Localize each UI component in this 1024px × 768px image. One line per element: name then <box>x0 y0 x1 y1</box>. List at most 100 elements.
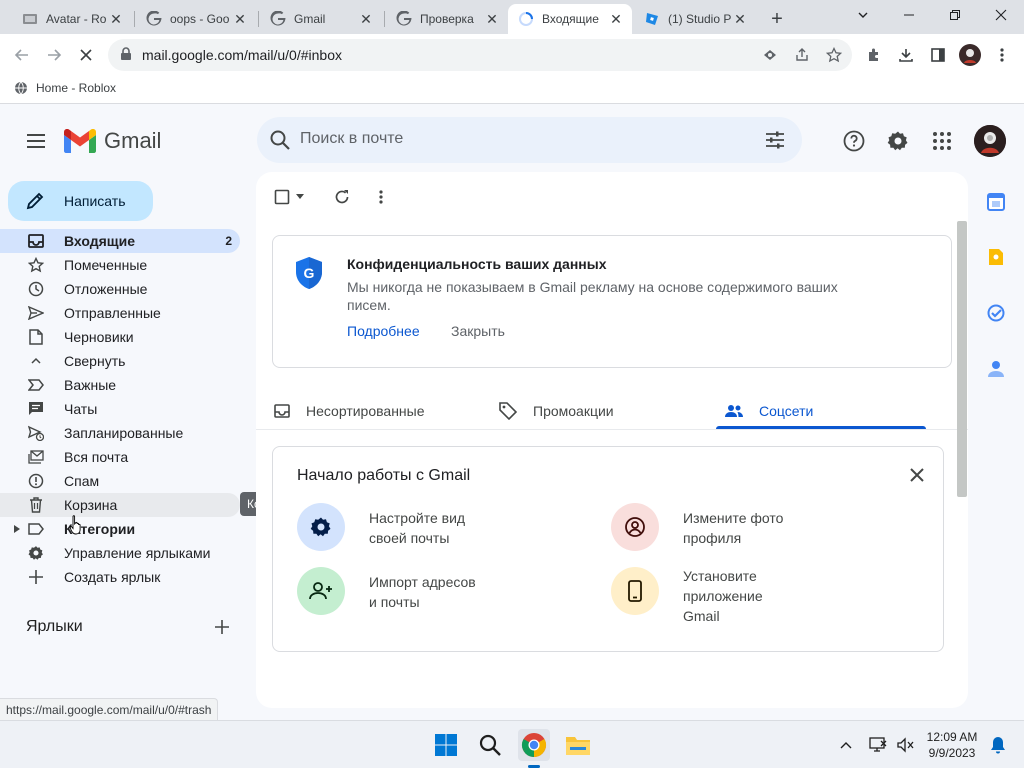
profile-button[interactable] <box>956 41 984 69</box>
notifications-button[interactable] <box>986 729 1010 761</box>
sidebar-item-important[interactable]: Важные <box>0 373 240 397</box>
close-notice-link[interactable]: Закрыть <box>451 323 505 339</box>
sidebar-item-starred[interactable]: Помеченные <box>0 253 240 277</box>
roblox-studio-icon <box>644 11 660 27</box>
privacy-eye-icon[interactable] <box>760 45 780 65</box>
contacts-app-button[interactable] <box>986 359 1006 379</box>
share-icon[interactable] <box>792 45 812 65</box>
puzzle-icon <box>869 48 878 61</box>
labels-heading: Ярлыки <box>26 618 83 635</box>
change-photo-item[interactable]: Измените фото профиля <box>611 503 783 551</box>
sidebar-item-create-label[interactable]: Создать ярлык <box>0 565 240 589</box>
tab-social[interactable]: Соцсети <box>725 392 813 430</box>
window-close-button[interactable] <box>978 0 1024 30</box>
taskbar-search-button[interactable] <box>474 729 506 761</box>
sidebar-item-collapse[interactable]: Свернуть <box>0 349 240 373</box>
settings-button[interactable] <box>881 124 915 158</box>
sidebar-item-manage-labels[interactable]: Управление ярлыками <box>0 541 240 565</box>
sidebar-item-categories[interactable]: Категории <box>0 517 240 541</box>
more-actions-button[interactable] <box>379 186 383 208</box>
sidebar-item-snoozed[interactable]: Отложенные <box>0 277 240 301</box>
dismiss-button[interactable] <box>905 463 929 487</box>
chrome-icon <box>521 733 547 757</box>
chat-icon <box>26 399 46 419</box>
tasks-app-button[interactable] <box>986 303 1006 323</box>
show-hidden-icons-button[interactable] <box>834 729 858 761</box>
sidebar-item-trash[interactable]: Корзина <box>0 493 240 517</box>
tab-promotions[interactable]: Промоакции <box>499 392 614 430</box>
google-icon <box>270 11 286 27</box>
star-icon[interactable] <box>824 45 844 65</box>
volume-button[interactable] <box>894 729 918 761</box>
calendar-app-button[interactable] <box>986 192 1006 212</box>
browser-tab-inbox[interactable]: Входящие ✕ <box>508 4 632 34</box>
pencil-icon <box>26 192 44 210</box>
network-status-button[interactable] <box>866 729 890 761</box>
close-icon[interactable]: ✕ <box>108 11 124 27</box>
forward-button[interactable] <box>40 41 68 69</box>
system-clock[interactable]: 12:09 AM 9/9/2023 <box>918 729 986 761</box>
stop-loading-button[interactable] <box>72 41 100 69</box>
gmail-logo[interactable]: Gmail <box>64 128 161 154</box>
sidebar-item-drafts[interactable]: Черновики <box>0 325 240 349</box>
draft-icon <box>26 327 46 347</box>
tab-search-button[interactable] <box>840 0 886 30</box>
tab-title: Avatar - Ro <box>46 12 107 26</box>
customize-inbox-item[interactable]: Настройте вид своей почты <box>297 503 465 551</box>
privacy-title: Конфиденциальность ваших данных <box>347 256 607 272</box>
import-contacts-item[interactable]: Импорт адресов и почты <box>297 567 476 615</box>
new-tab-button[interactable]: + <box>764 6 790 32</box>
search-options-icon[interactable] <box>764 129 786 151</box>
close-icon[interactable]: ✕ <box>608 11 624 27</box>
compose-button[interactable]: Написать <box>8 181 153 221</box>
extensions-button[interactable] <box>860 41 888 69</box>
downloads-button[interactable] <box>892 41 920 69</box>
browser-tab-avatar[interactable]: Avatar - Ro ✕ <box>12 4 132 34</box>
close-icon[interactable]: ✕ <box>358 11 374 27</box>
select-all-checkbox[interactable] <box>274 186 304 208</box>
search-icon[interactable] <box>269 129 291 151</box>
close-icon[interactable]: ✕ <box>232 11 248 27</box>
restore-button[interactable] <box>932 0 978 30</box>
hamburger-menu-icon <box>27 134 45 148</box>
start-button[interactable] <box>430 729 462 761</box>
bookmark-home-roblox[interactable]: Home - Roblox <box>14 81 116 95</box>
install-app-item[interactable]: Установите приложение Gmail <box>611 567 763 626</box>
sidebar-item-scheduled[interactable]: Запланированные <box>0 421 240 445</box>
add-label-button[interactable] <box>212 617 232 637</box>
taskbar-chrome-button[interactable] <box>518 729 550 761</box>
back-button[interactable] <box>8 41 36 69</box>
browser-tab-oops[interactable]: oops - Goo ✕ <box>136 4 256 34</box>
refresh-button[interactable] <box>334 186 350 208</box>
taskbar-explorer-button[interactable] <box>562 729 594 761</box>
close-icon[interactable]: ✕ <box>732 11 748 27</box>
search-input[interactable]: Поиск в почте <box>300 130 403 148</box>
browser-tab-studio[interactable]: (1) Studio P ✕ <box>634 4 756 34</box>
inbox-icon <box>274 404 290 418</box>
keep-app-button[interactable] <box>986 247 1006 267</box>
sidebar-item-all-mail[interactable]: Вся почта <box>0 445 240 469</box>
scrollbar[interactable] <box>957 221 967 497</box>
calendar-icon <box>987 193 1005 211</box>
main-menu-button[interactable] <box>20 125 52 157</box>
sidebar-item-sent[interactable]: Отправленные <box>0 301 240 325</box>
search-bar[interactable]: Поиск в почте <box>257 117 802 163</box>
browser-tab-proverka[interactable]: Проверка ✕ <box>386 4 508 34</box>
close-icon[interactable]: ✕ <box>484 11 500 27</box>
sidebar-item-inbox[interactable]: Входящие 2 <box>0 229 240 253</box>
side-panel-button[interactable] <box>924 41 952 69</box>
minimize-button[interactable] <box>886 0 932 30</box>
tab-primary[interactable]: Несортированные <box>274 392 425 430</box>
refresh-icon <box>335 190 349 204</box>
account-avatar[interactable] <box>974 125 1006 157</box>
sidebar-item-chats[interactable]: Чаты <box>0 397 240 421</box>
sidebar-item-spam[interactable]: Спам <box>0 469 240 493</box>
help-button[interactable] <box>837 124 871 158</box>
expand-arrow-icon[interactable] <box>14 525 20 533</box>
tab-divider <box>384 11 385 27</box>
browser-tab-gmail[interactable]: Gmail ✕ <box>260 4 382 34</box>
apps-button[interactable] <box>925 124 959 158</box>
learn-more-link[interactable]: Подробнее <box>347 323 420 339</box>
browser-menu-button[interactable] <box>988 41 1016 69</box>
address-bar[interactable]: mail.google.com/mail/u/0/#inbox <box>108 39 852 71</box>
